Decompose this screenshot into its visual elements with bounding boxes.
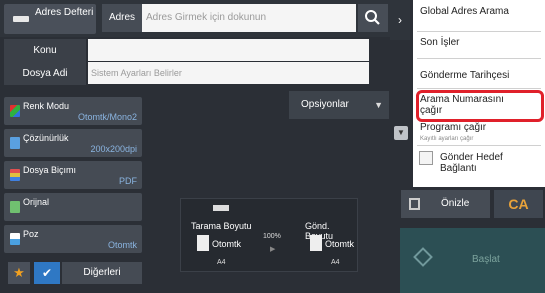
file-format-value: PDF	[119, 176, 137, 186]
original-icon	[10, 201, 20, 213]
resolution-value: 200x200dpi	[90, 144, 137, 154]
menu-item-send-history[interactable]: Gönderme Tarihçesi	[420, 70, 509, 81]
star-icon[interactable]: ★	[8, 262, 30, 284]
options-label: Opsiyonlar	[301, 99, 349, 110]
exposure-value: Otomtk	[107, 240, 137, 250]
file-format-button[interactable]: Dosya Biçımı PDF	[4, 161, 142, 189]
start-label: Başlat	[472, 254, 500, 265]
checkmark-icon[interactable]: ✔	[34, 262, 60, 284]
search-button[interactable]	[358, 4, 388, 32]
original-button[interactable]: Orijnal	[4, 193, 142, 221]
highlight-frame	[416, 90, 544, 122]
scan-mode-value: Otomtk	[212, 239, 242, 249]
address-input[interactable]: Adres Girmek için dokunun	[142, 4, 356, 32]
clear-all-button[interactable]: CA	[494, 190, 543, 218]
scanner-icon	[213, 205, 229, 211]
resolution-button[interactable]: Çözünürlük 200x200dpi	[4, 129, 142, 157]
filename-label: Dosya Adi	[4, 62, 86, 85]
subject-input[interactable]	[88, 39, 369, 61]
menu-item-job-status[interactable]: Son İşler	[420, 37, 459, 48]
others-button[interactable]: Diğerleri	[62, 262, 142, 284]
divider	[417, 58, 541, 59]
paper-icon	[197, 235, 209, 251]
arrow-right-icon: ▶	[270, 246, 276, 253]
exposure-icon	[10, 233, 20, 245]
search-icon	[365, 10, 380, 25]
divider	[417, 31, 541, 32]
resolution-icon	[10, 137, 20, 149]
exposure-button[interactable]: Poz Otomtk	[4, 225, 142, 253]
address-book-label: Adres Defteri	[35, 7, 94, 18]
preview-icon	[409, 198, 420, 210]
registered-settings-label: Kayıtlı ayarları çağır	[420, 136, 474, 142]
menu-item-global-search[interactable]: Global Adres Arama	[420, 6, 510, 17]
color-mode-icon	[10, 105, 20, 117]
chevron-right-icon: ›	[398, 13, 402, 27]
paper-icon	[310, 235, 322, 251]
menu-item-call-program[interactable]: Programı çağır	[420, 122, 486, 133]
resolution-label: Çözünürlük	[23, 133, 69, 143]
subject-label: Konu	[4, 39, 86, 62]
color-mode-button[interactable]: Renk Modu Otomtk/Mono2	[4, 97, 142, 125]
send-mode-value: Otomtk	[325, 239, 355, 249]
options-button[interactable]: Opsiyonlar ▼	[289, 91, 389, 119]
menu-item-send-target[interactable]: Gönder Hedef Bağlantı	[440, 152, 540, 174]
scale-value: 100%	[263, 233, 281, 240]
divider	[417, 88, 541, 89]
scan-size-label: Tarama Boyutu	[191, 221, 252, 231]
chevron-down-icon[interactable]: ▼	[394, 126, 408, 140]
send-paper-value: A4	[331, 259, 340, 266]
divider	[417, 145, 541, 146]
file-format-icon	[10, 169, 20, 181]
color-mode-label: Renk Modu	[23, 101, 70, 111]
action-menu: Global Adres Arama Son İşler Gönderme Ta…	[413, 0, 545, 187]
filename-input[interactable]: Sistem Ayarları Belirler	[88, 62, 369, 84]
chevron-down-icon: ▼	[374, 100, 383, 110]
preview-button[interactable]: Önizle	[401, 190, 490, 218]
color-mode-value: Otomtk/Mono2	[77, 112, 137, 122]
exposure-label: Poz	[23, 229, 39, 239]
file-format-label: Dosya Biçımı	[23, 165, 77, 175]
preview-label: Önizle	[441, 198, 470, 209]
send-target-checkbox[interactable]	[419, 151, 433, 165]
address-book-icon	[13, 16, 29, 22]
start-icon	[413, 247, 433, 267]
start-button[interactable]: Başlat	[400, 228, 545, 293]
original-label: Orijnal	[23, 197, 50, 207]
address-label: Adres	[102, 4, 142, 32]
address-book-button[interactable]: Adres Defteri	[4, 4, 96, 34]
scan-preview-panel: Tarama Boyutu Gönd. Boyutu Otomtk 100% ▶…	[180, 198, 358, 272]
side-panel-toggle[interactable]: ›	[390, 0, 410, 40]
scan-paper-value: A4	[217, 259, 226, 266]
